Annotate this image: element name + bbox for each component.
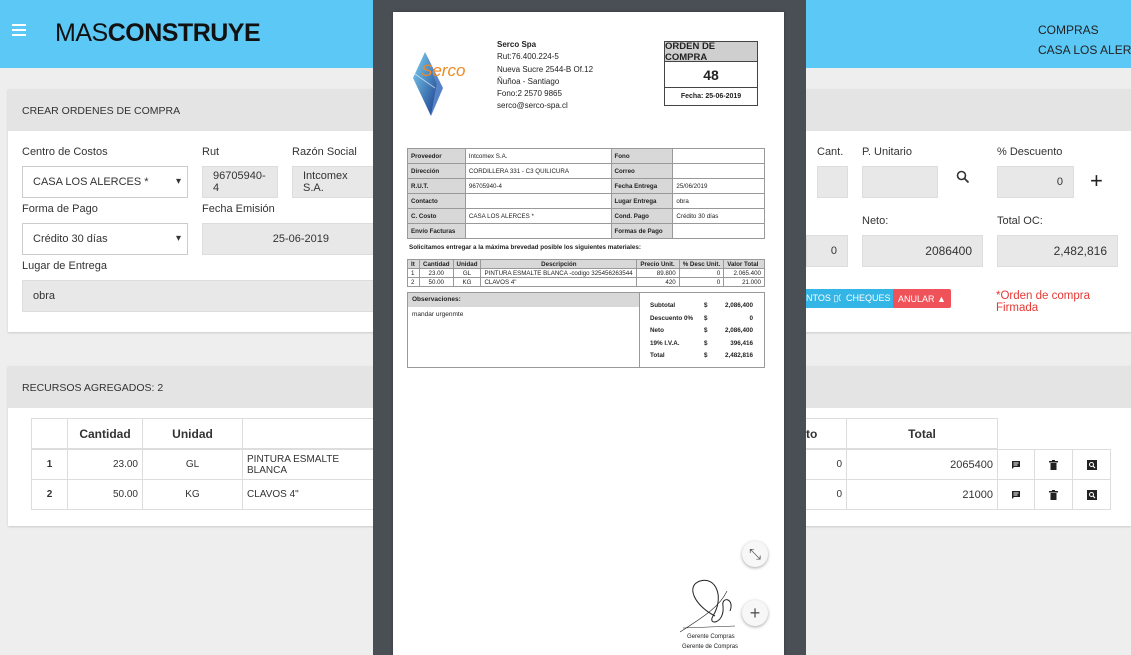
cant-field[interactable] xyxy=(817,166,848,198)
col-descripcion-header[interactable] xyxy=(242,418,374,449)
top-right-info: COMPRAS CASA LOS ALERCES xyxy=(1038,20,1131,60)
pago-select[interactable]: Crédito 30 días xyxy=(22,223,188,255)
row-descripcion: PINTURA ESMALTE BLANCA xyxy=(242,449,374,480)
col-n-header xyxy=(31,418,68,449)
fecha-field[interactable]: 25-06-2019 xyxy=(202,223,374,255)
lugar-label: Lugar de Entrega xyxy=(22,260,108,272)
totals-row: Neto $2,086,400 xyxy=(650,327,753,334)
total-oc-label: Total OC: xyxy=(997,215,1043,227)
col-total-header[interactable]: Total xyxy=(846,418,998,449)
neto-label: Neto: xyxy=(862,215,889,227)
order-box-title: ORDEN DE COMPRA xyxy=(665,41,757,63)
row-number: 2 xyxy=(31,479,68,510)
descuento-label: % Descuento xyxy=(997,146,1063,158)
neto-field: 2086400 xyxy=(862,235,983,267)
project-name: CASA LOS ALERCES xyxy=(1038,43,1131,57)
row-unidad: GL xyxy=(142,449,243,480)
request-text: Solicitamos entregar a la máxima breveda… xyxy=(409,244,642,251)
rut-field: 96705940-4 xyxy=(202,166,278,198)
purchase-order-document[interactable]: Serco Serco Spa Rut:76.400.224-5 Nueva S… xyxy=(393,12,784,655)
row-descripcion: CLAVOS 4" xyxy=(242,479,374,510)
row-cantidad: 50.00 xyxy=(67,479,143,510)
section-title: COMPRAS xyxy=(1038,23,1099,37)
company-address: Nueva Sucre 2544-B Of.12 xyxy=(497,64,594,74)
view-document-icon[interactable] xyxy=(1072,479,1111,510)
row-descuento: 0 xyxy=(806,449,847,480)
col-descuento-header[interactable]: to xyxy=(806,418,847,449)
totals-row: Total $2,482,816 xyxy=(650,352,753,359)
hamburger-menu-icon[interactable] xyxy=(12,23,26,37)
total-oc-field: 2,482,816 xyxy=(997,235,1118,267)
totals-row: 19% I.V.A. $396,416 xyxy=(650,339,753,347)
order-signed-status: *Orden de compra Firmada xyxy=(996,290,1090,314)
totals-row: Subtotal $2,086,400 xyxy=(650,302,753,309)
card-title: CREAR ORDENES DE COMPRA xyxy=(22,105,181,117)
app-logo[interactable]: MASCONSTRUYE xyxy=(55,19,261,48)
svg-text:Serco: Serco xyxy=(421,61,465,80)
row-total: 2065400 xyxy=(846,449,998,480)
search-icon[interactable] xyxy=(956,170,972,186)
supplier-info-table: Proveedor Intcomex S.A. Fono Dirección CORD… xyxy=(407,148,765,239)
edit-icon[interactable] xyxy=(997,479,1035,510)
collapse-icon[interactable]: ⤡ xyxy=(742,541,768,567)
signature-role-2: Gerente de Compras xyxy=(682,644,739,650)
observations-text: mandar urgenmte xyxy=(412,311,464,318)
pago-label: Forma de Pago xyxy=(22,203,98,215)
delete-icon[interactable] xyxy=(1034,449,1073,480)
col-cantidad-header[interactable]: Cantidad xyxy=(67,418,143,449)
lugar-field[interactable]: obra xyxy=(22,280,374,312)
order-date: Fecha: 25-06-2019 xyxy=(680,93,742,100)
rut-label: Rut xyxy=(202,146,220,158)
signature-role: Gerente Compras xyxy=(687,634,735,640)
totals-box: Subtotal $2,086,400 Descuento 0% $0 Neto $2,0… xyxy=(639,293,765,367)
razon-label: Razón Social xyxy=(292,146,357,158)
fecha-label: Fecha Emisión xyxy=(202,203,275,215)
descuento-field[interactable]: 0 xyxy=(997,166,1074,198)
company-city: Ñuñoa - Santiago xyxy=(497,76,560,86)
doc-item-row: 1 23.00 GL PINTURA ESMALTE BLANCA -codigo … xyxy=(406,268,765,278)
company-rut: Rut:76.400.224-5 xyxy=(497,52,559,62)
row-descuento: 0 xyxy=(806,479,847,510)
observations-box: Observaciones: mandar urgenmte Subtotal $… xyxy=(407,292,765,368)
zoom-in-icon[interactable]: + xyxy=(742,600,768,626)
totals-row: Descuento 0% $0 xyxy=(650,314,753,322)
cant-label: Cant. xyxy=(817,146,844,158)
row-cantidad: 23.00 xyxy=(67,449,143,480)
centro-label: Centro de Costos xyxy=(22,146,108,158)
descuento-total-field: 0 xyxy=(806,235,848,267)
anular-button[interactable]: ANULAR ▲ xyxy=(893,289,951,308)
row-unidad: KG xyxy=(142,479,243,510)
observations-label: Observaciones: xyxy=(408,293,639,307)
order-number-box: ORDEN DE COMPRA 48 Fecha: 25-06-2019 xyxy=(664,41,758,106)
company-name: Serco Spa xyxy=(497,40,537,49)
company-phone: Fono:2 2570 9865 xyxy=(497,89,562,99)
edit-icon[interactable] xyxy=(997,449,1035,480)
doc-item-row: 2 50.00 KG CLAVOS 4" 420 0 21.000 xyxy=(406,277,765,287)
row-number: 1 xyxy=(31,449,68,480)
row-total: 21000 xyxy=(846,479,998,510)
add-item-icon[interactable]: + xyxy=(1090,168,1103,194)
punit-label: P. Unitario xyxy=(862,146,912,158)
items-table: It Cantidad Unidad Descripción Precio Unit.… xyxy=(406,259,765,287)
punit-field[interactable] xyxy=(862,166,938,198)
delete-icon[interactable] xyxy=(1034,479,1073,510)
centro-select[interactable]: CASA LOS ALERCES * xyxy=(22,166,188,198)
serco-logo: Serco xyxy=(409,48,467,118)
company-email: serco@serco-spa.cl xyxy=(497,101,568,111)
view-document-icon[interactable] xyxy=(1072,449,1111,480)
order-number: 48 xyxy=(665,62,757,88)
resources-title: RECURSOS AGREGADOS: 2 xyxy=(22,382,164,394)
company-info: Serco Spa Rut:76.400.224-5 Nueva Sucre 2… xyxy=(497,39,593,113)
col-unidad-header[interactable]: Unidad xyxy=(142,418,243,449)
razon-field: Intcomex S.A. xyxy=(292,166,374,198)
